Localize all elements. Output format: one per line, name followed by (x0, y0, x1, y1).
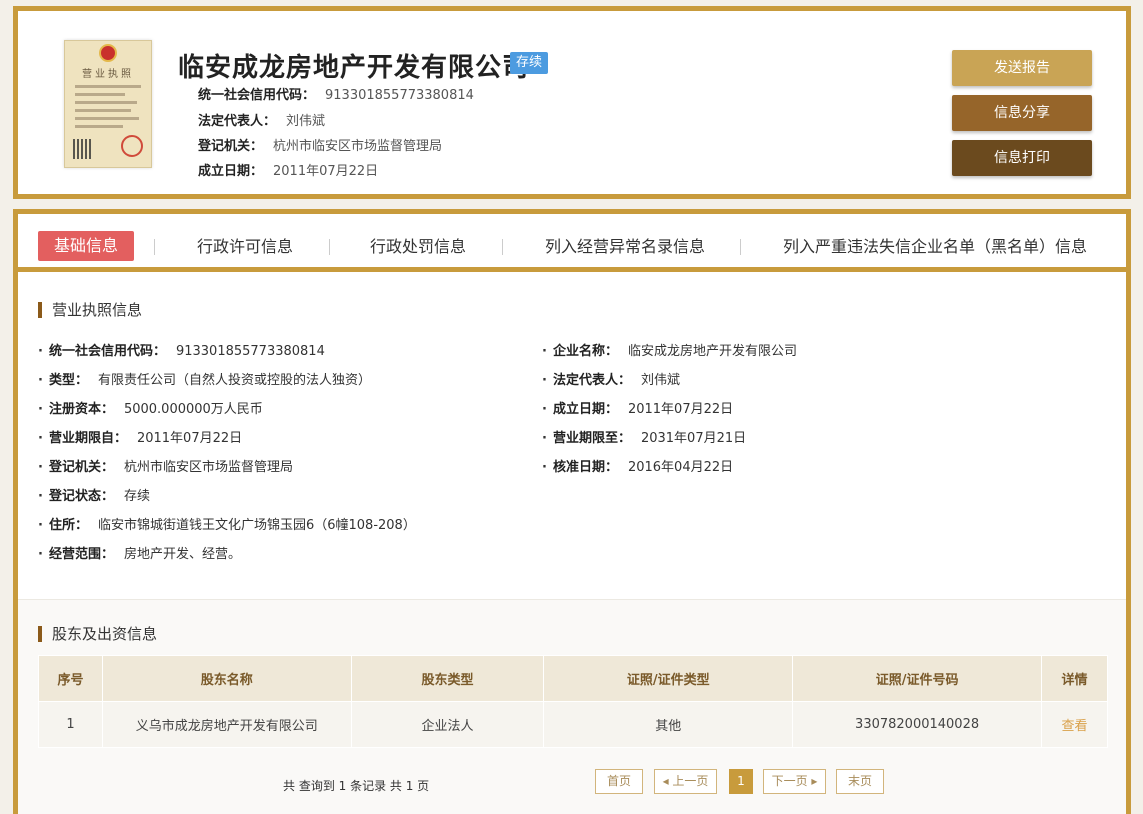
license-title: 营业执照 (82, 69, 134, 80)
col-header-index: 序号 (38, 655, 103, 702)
col-header-id-number: 证照/证件号码 (792, 655, 1043, 702)
license-info-section: 营业执照信息 · 统一社会信用代码： 913301855773380814 · 类型：… (18, 277, 1126, 599)
info-address: · 住所： 临安市锦城街道钱王文化广场锦玉园6（6幢108-208） (38, 518, 416, 533)
cell-id-type: 其他 (543, 701, 794, 748)
section-title-license: 营业执照信息 (38, 302, 142, 318)
page-1-button[interactable]: 1 (729, 769, 753, 794)
status-badge: 存续 (510, 52, 549, 74)
col-header-detail: 详情 (1041, 655, 1108, 702)
prev-page-button[interactable]: ◂ 上一页 (654, 769, 717, 794)
col-header-name: 股东名称 (101, 655, 352, 702)
tab-admin-license[interactable]: 行政许可信息 (197, 232, 293, 262)
info-credit-code: · 统一社会信用代码： 913301855773380814 (38, 344, 325, 359)
pager-summary: 共 查询到 1 条记录 共 1 页 (283, 779, 430, 793)
send-report-button[interactable]: 发送报告 (952, 50, 1092, 86)
tab-bar: 基础信息 行政许可信息 行政处罚信息 列入经营异常名录信息 列入严重违法失信企业… (18, 214, 1126, 272)
header-registration-authority: 登记机关： 杭州市临安区市场监督管理局 (198, 139, 443, 154)
view-detail-link[interactable]: 查看 (1041, 701, 1108, 748)
tab-basic-info[interactable]: 基础信息 (38, 231, 135, 261)
info-company-name: · 企业名称： 临安成龙房地产开发有限公司 (542, 344, 797, 359)
cell-id-number: 330782000140028 (792, 701, 1043, 748)
tab-abnormal-list[interactable]: 列入经营异常名录信息 (545, 232, 705, 262)
info-registered-capital: · 注册资本： 5000.000000万人民币 (38, 402, 263, 417)
cell-shareholder-type: 企业法人 (350, 701, 545, 748)
print-info-button[interactable]: 信息打印 (952, 140, 1092, 176)
shareholder-table: 序号 股东名称 股东类型 证照/证件类型 证照/证件号码 详情 1 义乌市成龙房… (38, 655, 1108, 748)
company-header-card: 营业执照 临安成龙房地产开发有限公司 存续 统一社会信用代码： 913301855… (13, 6, 1131, 199)
shareholder-section: 股东及出资信息 序号 股东名称 股东类型 证照/证件类型 证照/证件号码 详情 … (18, 599, 1126, 814)
last-page-button[interactable]: 末页 (836, 769, 884, 794)
company-detail-card: 基础信息 行政许可信息 行政处罚信息 列入经营异常名录信息 列入严重违法失信企业… (13, 209, 1131, 814)
col-header-type: 股东类型 (350, 655, 545, 702)
header-legal-rep: 法定代表人： 刘伟斌 (198, 114, 326, 129)
info-approval-date: · 核准日期： 2016年04月22日 (542, 460, 734, 475)
cell-shareholder-name: 义乌市成龙房地产开发有限公司 (101, 701, 352, 748)
info-legal-rep: · 法定代表人： 刘伟斌 (542, 373, 680, 388)
tab-admin-penalty[interactable]: 行政处罚信息 (370, 232, 466, 262)
table-row: 1 义乌市成龙房地产开发有限公司 企业法人 其他 330782000140028… (38, 701, 1108, 748)
info-company-type: · 类型： 有限责任公司（自然人投资或控股的法人独资） (38, 373, 371, 388)
next-page-button[interactable]: 下一页 ▸ (763, 769, 826, 794)
header-establish-date: 成立日期： 2011年07月22日 (198, 164, 379, 179)
business-license-image: 营业执照 (64, 40, 152, 168)
info-term-end: · 营业期限至： 2031年07月21日 (542, 431, 747, 446)
national-emblem-icon (99, 44, 117, 62)
info-business-scope: · 经营范围： 房地产开发、经营。 (38, 547, 241, 562)
share-info-button[interactable]: 信息分享 (952, 95, 1092, 131)
info-establish-date: · 成立日期： 2011年07月22日 (542, 402, 734, 417)
section-title-shareholders: 股东及出资信息 (38, 626, 157, 642)
company-name: 临安成龙房地产开发有限公司 (178, 53, 530, 83)
qr-code-icon (73, 139, 93, 159)
col-header-id-type: 证照/证件类型 (543, 655, 794, 702)
info-registration-authority: · 登记机关： 杭州市临安区市场监督管理局 (38, 460, 293, 475)
info-term-start: · 营业期限自： 2011年07月22日 (38, 431, 243, 446)
info-registration-status: · 登记状态： 存续 (38, 489, 150, 504)
seal-icon (121, 135, 143, 157)
tab-blacklist[interactable]: 列入严重违法失信企业名单（黑名单）信息 (783, 232, 1087, 262)
header-credit-code: 统一社会信用代码： 913301855773380814 (198, 88, 474, 103)
first-page-button[interactable]: 首页 (595, 769, 643, 794)
table-header-row: 序号 股东名称 股东类型 证照/证件类型 证照/证件号码 详情 (38, 655, 1108, 702)
cell-index: 1 (38, 701, 103, 748)
